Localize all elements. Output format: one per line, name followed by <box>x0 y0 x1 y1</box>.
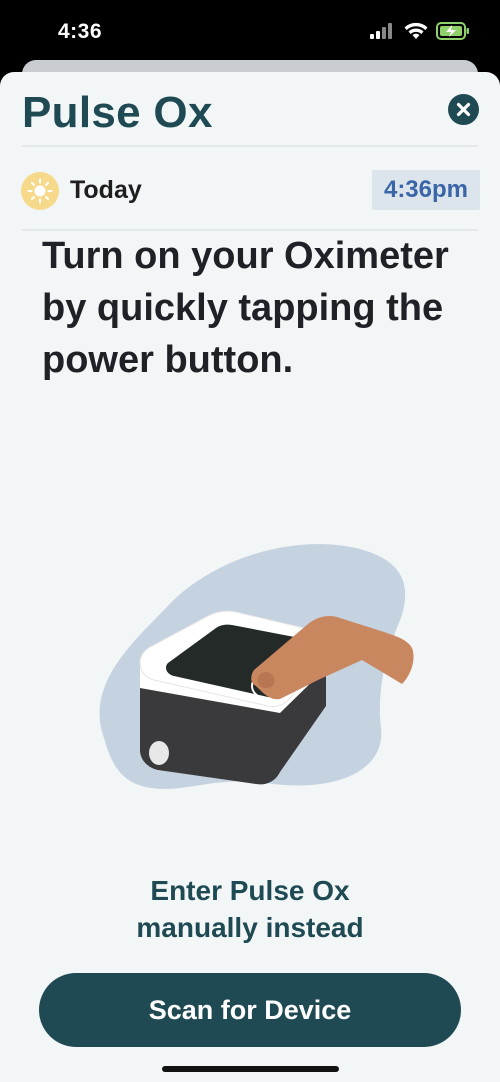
instruction-text: Turn on your Oximeter by quickly tapping… <box>42 235 449 381</box>
close-button[interactable] <box>448 94 479 125</box>
close-icon <box>456 102 471 117</box>
status-icons <box>370 22 470 40</box>
enter-manually-link[interactable]: Enter Pulse Ox manually instead <box>50 872 450 946</box>
battery-charging-icon <box>436 22 469 40</box>
status-time: 4:36 <box>58 20 103 43</box>
signal-icon <box>370 23 392 39</box>
header-divider <box>22 145 478 147</box>
sun-icon <box>21 172 59 210</box>
status-bar: 4:36 <box>0 0 500 64</box>
pulse-ox-sheet: Pulse Ox Today 4:36pm Turn on your Oxime… <box>0 72 500 1082</box>
oximeter-finger-tap-illustration <box>99 544 414 789</box>
wifi-icon <box>404 22 428 39</box>
enter-manually-line1: Enter Pulse Ox <box>150 875 350 906</box>
time-badge[interactable]: 4:36pm <box>372 170 480 210</box>
home-indicator <box>162 1066 339 1072</box>
day-label: Today <box>70 176 142 204</box>
enter-manually-line2: manually instead <box>136 912 364 943</box>
scan-for-device-button[interactable]: Scan for Device <box>39 973 461 1047</box>
page-title: Pulse Ox <box>22 88 213 137</box>
